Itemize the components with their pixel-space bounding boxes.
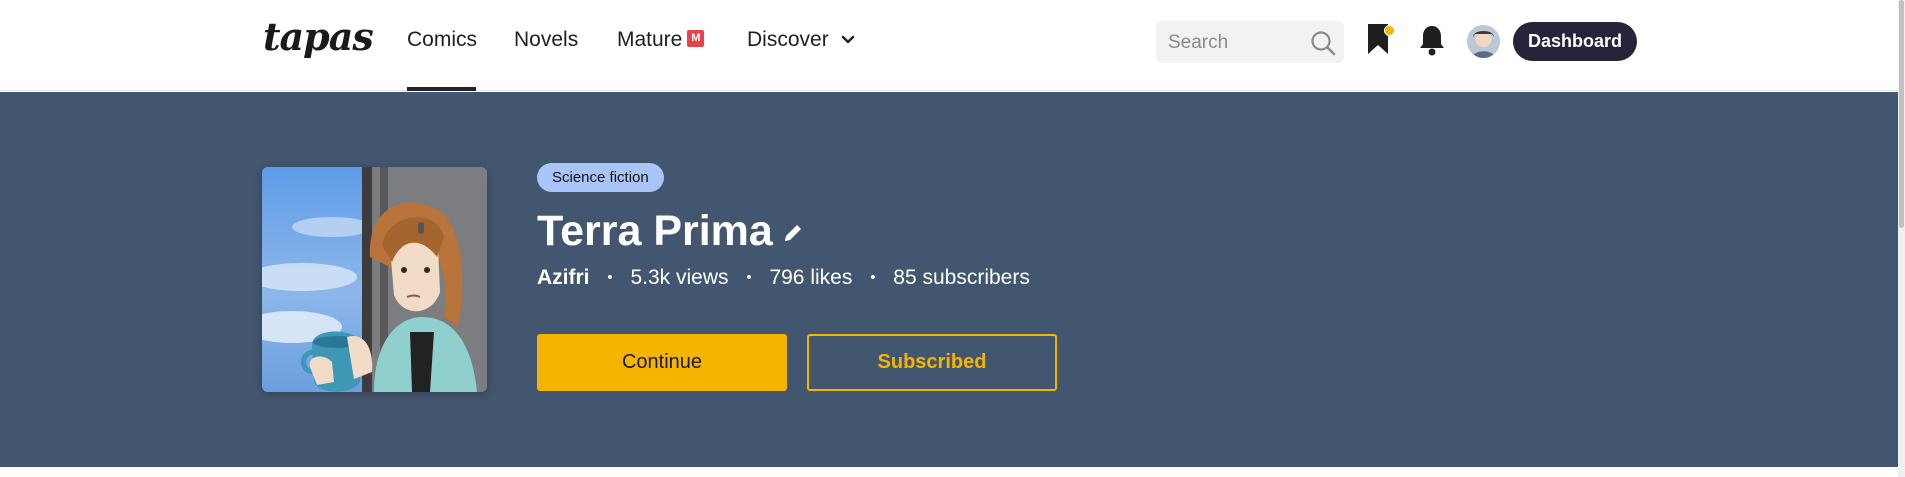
series-cover-image[interactable] [262,167,487,392]
nav-comics-label: Comics [407,28,478,51]
separator-dot: • [746,269,752,286]
new-item-dot [1384,25,1395,36]
nav-active-indicator [407,87,476,91]
views-count: 5.3k views [630,266,729,289]
separator-dot: • [870,269,876,286]
notifications-button[interactable] [1418,24,1446,61]
separator-dot: • [607,269,613,286]
nav-novels-label: Novels [514,28,579,51]
user-avatar[interactable] [1467,25,1500,58]
search-icon[interactable] [1310,30,1336,61]
author-link[interactable]: Azifri [537,266,590,289]
subscribers-count: 85 subscribers [893,266,1030,289]
continue-button[interactable]: Continue [537,334,787,391]
dashboard-button[interactable]: Dashboard [1513,22,1637,61]
nav-discover-label: Discover [747,28,829,51]
subscribed-button[interactable]: Subscribed [807,334,1057,391]
nav-mature-label: Mature [617,28,683,51]
nav-mature[interactable]: Mature M [617,26,705,54]
bell-icon [1420,26,1444,56]
series-title: Terra Prima [537,207,773,255]
likes-count: 796 likes [769,266,853,289]
page-scrollbar-thumb[interactable] [1899,0,1904,228]
genre-tag[interactable]: Science fiction [537,163,664,192]
series-stats: Azifri • 5.3k views • 796 likes • 85 sub… [537,264,1030,294]
nav-discover[interactable]: Discover [747,26,855,54]
chevron-down-icon [841,25,855,53]
search-input[interactable] [1166,21,1310,65]
logo-text: tapas [263,18,373,59]
edit-icon[interactable] [782,222,804,249]
nav-novels[interactable]: Novels [514,26,578,54]
tapas-logo[interactable]: tapas [261,14,374,66]
mature-badge: M [687,29,705,47]
top-navigation-bar: tapas Comics Novels Mature M Discover Se… [0,0,1898,91]
search-box[interactable] [1156,21,1344,65]
nav-comics[interactable]: Comics [407,26,477,54]
